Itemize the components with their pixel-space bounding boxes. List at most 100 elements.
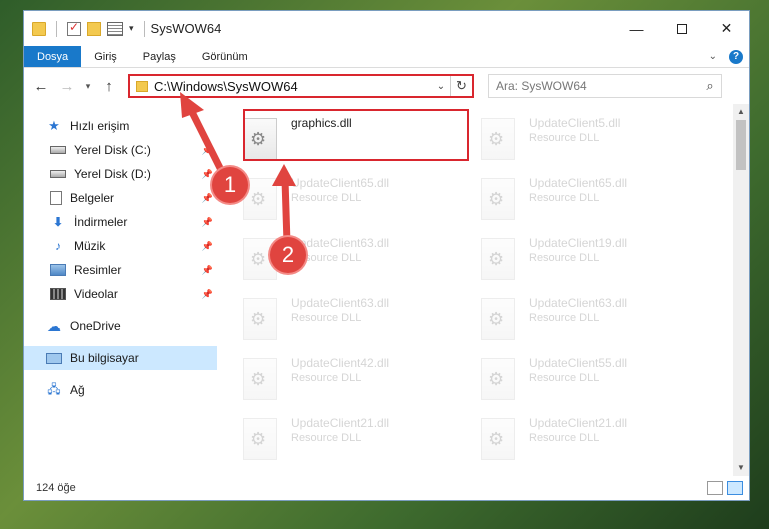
search-icon[interactable]: ⌕ xyxy=(699,78,721,94)
pin-icon[interactable]: 📌 xyxy=(202,289,213,300)
tab-file[interactable]: Dosya xyxy=(24,46,82,67)
dll-file-icon xyxy=(481,298,515,340)
pin-icon[interactable]: 📌 xyxy=(202,193,213,204)
tab-share[interactable]: Paylaş xyxy=(130,46,189,67)
window-title: SysWOW64 xyxy=(150,21,222,36)
file-name: UpdateClient19.dll xyxy=(529,236,628,250)
dll-file-icon xyxy=(243,178,277,220)
file-item[interactable]: UpdateClient5.dll Resource DLL xyxy=(481,114,711,164)
pin-icon[interactable]: 📌 xyxy=(202,169,213,180)
item-count: 124 öğe xyxy=(36,482,76,494)
file-name: UpdateClient21.dll xyxy=(529,416,628,430)
sidebar-item-pictures[interactable]: Resimler 📌 xyxy=(24,258,217,282)
file-name: UpdateClient63.dll xyxy=(291,296,390,310)
navigation-pane: ★ Hızlı erişim Yerel Disk (C:) 📌 Yerel D… xyxy=(24,104,217,476)
sidebar-item-videos[interactable]: Videolar 📌 xyxy=(24,282,217,306)
sidebar-item-local-disk-c[interactable]: Yerel Disk (C:) 📌 xyxy=(24,138,217,162)
tab-view[interactable]: Görünüm xyxy=(189,46,261,67)
file-item[interactable]: UpdateClient19.dll Resource DLL xyxy=(481,234,711,284)
folder-icon[interactable] xyxy=(32,21,46,36)
address-path[interactable]: C:\Windows\SysWOW64 xyxy=(154,79,432,94)
file-type: Resource DLL xyxy=(529,372,600,384)
sidebar-item-network[interactable]: 🖧 Ağ xyxy=(24,378,217,402)
file-type: Resource DLL xyxy=(529,432,600,444)
large-icons-view-icon[interactable] xyxy=(727,481,743,495)
sidebar-item-label: Resimler xyxy=(74,263,122,277)
file-item[interactable]: UpdateClient63.dll Resource DLL xyxy=(243,294,473,344)
file-type: Resource DLL xyxy=(291,432,362,444)
star-icon: ★ xyxy=(48,118,60,133)
title-bar: ▾ SysWOW64 — ✕ xyxy=(24,11,749,46)
details-view-icon[interactable] xyxy=(707,481,723,495)
toolbar-divider xyxy=(143,20,145,37)
new-folder-icon[interactable] xyxy=(87,21,101,36)
music-icon: ♪ xyxy=(55,239,61,253)
maximize-button[interactable] xyxy=(659,11,704,46)
address-bar[interactable]: C:\Windows\SysWOW64 ⌄ ↻ xyxy=(128,74,474,98)
dll-file-icon xyxy=(243,418,277,460)
pictures-icon xyxy=(50,264,66,276)
sidebar-item-label: Yerel Disk (C:) xyxy=(74,143,151,157)
dll-file-icon xyxy=(481,418,515,460)
properties-check-icon[interactable] xyxy=(67,20,81,36)
computer-icon xyxy=(46,352,62,364)
tab-home[interactable]: Giriş xyxy=(81,46,130,67)
sidebar-item-label: İndirmeler xyxy=(74,215,128,229)
window-controls: — ✕ xyxy=(614,11,749,46)
sidebar-item-local-disk-d[interactable]: Yerel Disk (D:) 📌 xyxy=(24,162,217,186)
navigation-bar: ← → ▾ ↑ C:\Windows\SysWOW64 ⌄ ↻ Ara: Sys… xyxy=(24,68,749,104)
chevron-down-icon[interactable]: ▾ xyxy=(129,23,134,34)
file-item[interactable]: UpdateClient63.dll Resource DLL xyxy=(481,294,711,344)
sidebar-item-downloads[interactable]: ⬇ İndirmeler 📌 xyxy=(24,210,217,234)
file-name: UpdateClient55.dll xyxy=(529,356,628,370)
pin-icon[interactable]: 📌 xyxy=(202,217,213,228)
search-placeholder: Ara: SysWOW64 xyxy=(496,79,587,93)
address-dropdown-button[interactable]: ⌄ xyxy=(432,81,450,92)
file-name: UpdateClient65.dll xyxy=(291,176,390,190)
sidebar-item-documents[interactable]: Belgeler 📌 xyxy=(24,186,217,210)
sidebar-item-label: Ağ xyxy=(70,383,85,397)
scroll-up-icon[interactable]: ▲ xyxy=(733,104,749,120)
scroll-thumb[interactable] xyxy=(736,120,746,170)
ribbon-tabs: Dosya Giriş Paylaş Görünüm ⌄ ? xyxy=(24,46,749,68)
document-icon xyxy=(50,191,62,205)
file-name: UpdateClient42.dll xyxy=(291,356,390,370)
file-item[interactable]: UpdateClient65.dll Resource DLL xyxy=(243,174,473,224)
maximize-icon xyxy=(676,23,687,34)
minimize-button[interactable]: — xyxy=(614,11,659,46)
sidebar-item-music[interactable]: ♪ Müzik 📌 xyxy=(24,234,217,258)
refresh-button[interactable]: ↻ xyxy=(450,76,472,96)
file-name: UpdateClient63.dll xyxy=(291,236,390,250)
scroll-down-icon[interactable]: ▼ xyxy=(733,460,749,476)
file-list: graphics.dll UpdateClient5.dllResource D… xyxy=(217,104,749,476)
recent-locations-button[interactable]: ▾ xyxy=(82,81,94,92)
dll-file-icon xyxy=(481,178,515,220)
pin-icon[interactable]: 📌 xyxy=(202,145,213,156)
help-icon[interactable]: ? xyxy=(729,49,743,64)
vertical-scrollbar[interactable]: ▲ ▼ xyxy=(733,104,749,476)
file-item[interactable]: UpdateClient55.dll Resource DLL xyxy=(481,354,711,404)
sidebar-item-label: Bu bilgisayar xyxy=(70,351,139,365)
sidebar-item-quick-access[interactable]: ★ Hızlı erişim xyxy=(24,114,217,138)
file-type: Resource DLL xyxy=(529,312,600,324)
back-button[interactable]: ← xyxy=(30,78,52,95)
forward-button[interactable]: → xyxy=(56,78,78,95)
customize-icon[interactable] xyxy=(107,21,123,36)
explorer-window: ▾ SysWOW64 — ✕ Dosya Giriş Paylaş Görünü… xyxy=(23,10,750,501)
file-item[interactable]: UpdateClient42.dll Resource DLL xyxy=(243,354,473,404)
close-button[interactable]: ✕ xyxy=(704,11,749,46)
file-item[interactable]: UpdateClient21.dll Resource DLL xyxy=(243,414,473,464)
up-button[interactable]: ↑ xyxy=(98,78,120,95)
expand-ribbon-icon[interactable]: ⌄ xyxy=(709,51,717,62)
view-switcher xyxy=(707,481,749,495)
search-input[interactable]: Ara: SysWOW64 ⌕ xyxy=(488,74,722,98)
dll-file-icon xyxy=(243,298,277,340)
folder-icon xyxy=(136,80,148,92)
sidebar-item-label: Müzik xyxy=(74,239,106,253)
sidebar-item-this-pc[interactable]: Bu bilgisayar xyxy=(24,346,217,370)
file-item[interactable]: UpdateClient65.dll Resource DLL xyxy=(481,174,711,224)
pin-icon[interactable]: 📌 xyxy=(202,265,213,276)
pin-icon[interactable]: 📌 xyxy=(202,241,213,252)
file-item[interactable]: UpdateClient21.dll Resource DLL xyxy=(481,414,711,464)
sidebar-item-onedrive[interactable]: ☁ OneDrive xyxy=(24,314,217,338)
